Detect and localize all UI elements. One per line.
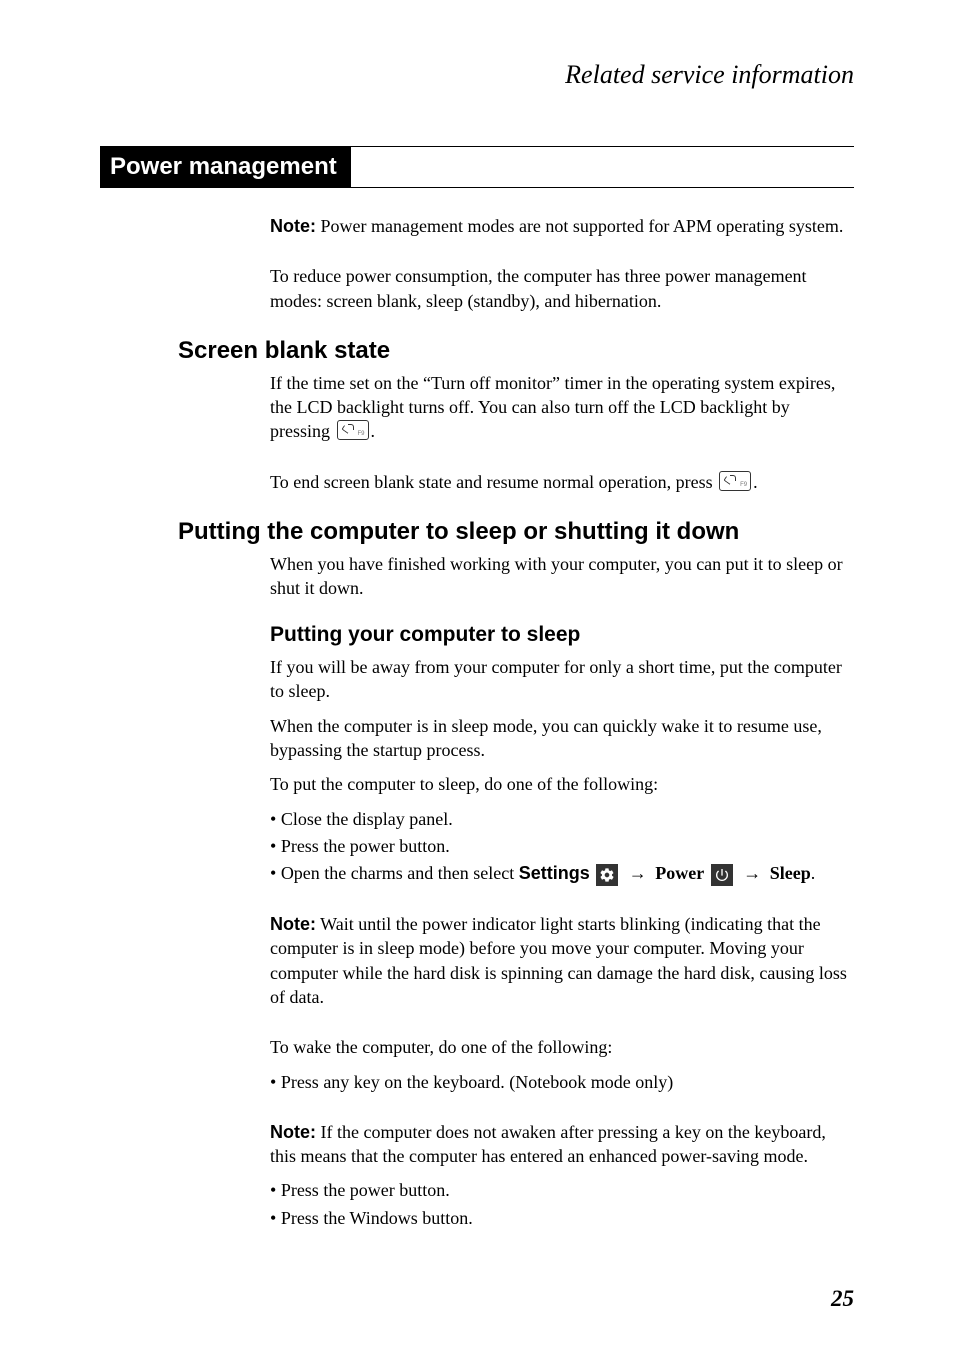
wake-options-list-1: Press any key on the keyboard. (Notebook… bbox=[270, 1070, 854, 1094]
screen-blank-paragraph-2: To end screen blank state and resume nor… bbox=[270, 470, 854, 494]
section-title: Power management bbox=[100, 147, 351, 187]
text-part: To end screen blank state and resume nor… bbox=[270, 472, 717, 492]
note-text: If the computer does not awaken after pr… bbox=[270, 1122, 826, 1166]
running-header: Related service information bbox=[100, 60, 854, 90]
list-item: Press the power button. bbox=[270, 1178, 854, 1202]
wake-paragraph: To wake the computer, do one of the foll… bbox=[270, 1035, 854, 1059]
page-number: 25 bbox=[831, 1286, 854, 1312]
wake-options-list-2: Press the power button. Press the Window… bbox=[270, 1178, 854, 1230]
screen-blank-paragraph-1: If the time set on the “Turn off monitor… bbox=[270, 371, 854, 444]
list-item: Press any key on the keyboard. (Notebook… bbox=[270, 1070, 854, 1094]
power-icon bbox=[711, 864, 733, 886]
settings-gear-icon bbox=[596, 864, 618, 886]
text-part: . bbox=[371, 421, 376, 441]
section-header-rule: Power management bbox=[100, 146, 854, 188]
backlight-key-icon: F9 bbox=[337, 420, 369, 440]
heading-putting-to-sleep: Putting your computer to sleep bbox=[270, 621, 854, 649]
list-item: Press the Windows button. bbox=[270, 1206, 854, 1230]
note-move-computer: Note: Wait until the power indicator lig… bbox=[270, 912, 854, 1009]
label-settings: Settings bbox=[519, 863, 590, 883]
list-item: Close the display panel. bbox=[270, 807, 854, 831]
backlight-key-icon: F9 bbox=[719, 471, 751, 491]
put-sleep-paragraph-1: If you will be away from your computer f… bbox=[270, 655, 854, 704]
list-item: Press the power button. bbox=[270, 834, 854, 858]
heading-sleep-or-shutdown: Putting the computer to sleep or shuttin… bbox=[178, 518, 854, 546]
sleep-shut-intro: When you have finished working with your… bbox=[270, 552, 854, 601]
intro-paragraph: To reduce power consumption, the compute… bbox=[270, 264, 854, 313]
note-apm: Note: Power management modes are not sup… bbox=[270, 214, 854, 238]
note-text: Power management modes are not supported… bbox=[316, 216, 843, 236]
list-item-charms: Open the charms and then select Settings… bbox=[270, 861, 854, 886]
heading-screen-blank-state: Screen blank state bbox=[178, 337, 854, 365]
put-sleep-paragraph-3: To put the computer to sleep, do one of … bbox=[270, 772, 854, 796]
note-label: Note: bbox=[270, 216, 316, 236]
arrow-icon: → bbox=[629, 863, 647, 883]
arrow-icon: → bbox=[743, 863, 761, 883]
note-label: Note: bbox=[270, 914, 316, 934]
sleep-options-list: Close the display panel. Press the power… bbox=[270, 807, 854, 887]
label-power: Power bbox=[655, 863, 704, 883]
put-sleep-paragraph-2: When the computer is in sleep mode, you … bbox=[270, 714, 854, 763]
text-part: . bbox=[753, 472, 758, 492]
text-part: Open the charms and then select bbox=[281, 863, 519, 883]
label-sleep: Sleep bbox=[770, 863, 811, 883]
note-enhanced-power-saving: Note: If the computer does not awaken af… bbox=[270, 1120, 854, 1169]
note-label: Note: bbox=[270, 1122, 316, 1142]
note-text: Wait until the power indicator light sta… bbox=[270, 914, 847, 1007]
